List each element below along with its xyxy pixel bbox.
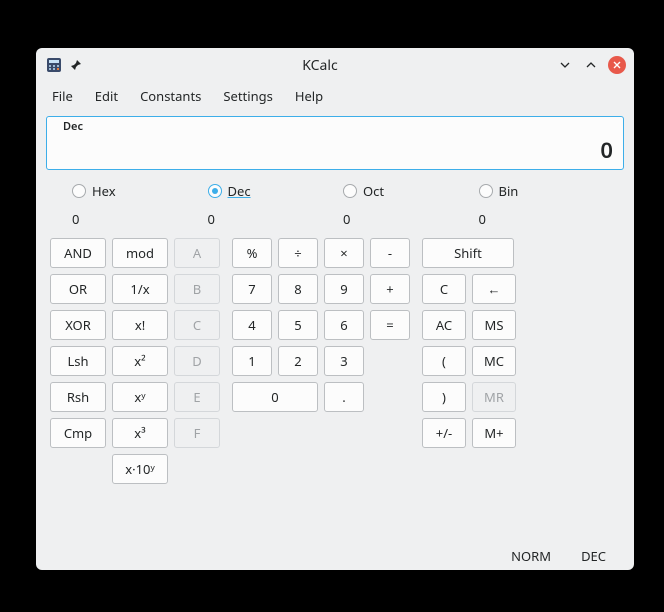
rsh-button[interactable]: Rsh bbox=[50, 382, 106, 412]
shift-button[interactable]: Shift bbox=[422, 238, 514, 268]
close-button[interactable] bbox=[608, 56, 626, 74]
hex-d-button[interactable]: D bbox=[174, 346, 220, 376]
titlebar: KCalc bbox=[36, 48, 634, 82]
menu-settings[interactable]: Settings bbox=[213, 83, 282, 109]
display-mode-label: Dec bbox=[63, 119, 83, 134]
cube-button[interactable]: x³ bbox=[112, 418, 168, 448]
hex-c-button[interactable]: C bbox=[174, 310, 220, 340]
radio-dec[interactable] bbox=[208, 184, 222, 198]
memory-clear-button[interactable]: MC bbox=[472, 346, 516, 376]
logic-column: AND OR XOR Lsh Rsh Cmp bbox=[50, 238, 106, 484]
num-grid: % ÷ × 7 8 9 4 5 6 1 bbox=[232, 238, 364, 484]
radio-bin-label: Bin bbox=[499, 182, 519, 200]
square-button[interactable]: x² bbox=[112, 346, 168, 376]
func-column: mod 1/x x! x² xʸ x³ x·10ʸ bbox=[112, 238, 168, 484]
decimal-button[interactable]: . bbox=[324, 382, 364, 412]
op-column: - + = bbox=[370, 238, 410, 484]
equals-button[interactable]: = bbox=[370, 310, 410, 340]
num-8-button[interactable]: 8 bbox=[278, 274, 318, 304]
base-values-row: 0 0 0 0 bbox=[46, 204, 624, 238]
bin-value: 0 bbox=[479, 210, 615, 228]
display-value: 0 bbox=[600, 135, 613, 165]
plusminus-button[interactable]: +/- bbox=[422, 418, 466, 448]
radio-dec-group[interactable]: Dec bbox=[208, 182, 344, 200]
memory-store-button[interactable]: MS bbox=[472, 310, 516, 340]
window-title: KCalc bbox=[84, 56, 556, 75]
radio-bin-group[interactable]: Bin bbox=[479, 182, 615, 200]
or-button[interactable]: OR bbox=[50, 274, 106, 304]
memory-recall-button[interactable]: MR bbox=[472, 382, 516, 412]
lsh-button[interactable]: Lsh bbox=[50, 346, 106, 376]
hex-f-button[interactable]: F bbox=[174, 418, 220, 448]
hex-b-button[interactable]: B bbox=[174, 274, 220, 304]
status-norm: NORM bbox=[511, 547, 551, 565]
hex-column: A B C D E F bbox=[174, 238, 220, 484]
radio-oct-label: Oct bbox=[363, 182, 384, 200]
radio-oct[interactable] bbox=[343, 184, 357, 198]
base-radios: Hex Dec Oct Bin bbox=[46, 180, 624, 204]
rparen-button[interactable]: ) bbox=[422, 382, 466, 412]
num-4-button[interactable]: 4 bbox=[232, 310, 272, 340]
num-2-button[interactable]: 2 bbox=[278, 346, 318, 376]
clear-button[interactable]: C bbox=[422, 274, 466, 304]
num-0-button[interactable]: 0 bbox=[232, 382, 318, 412]
xor-button[interactable]: XOR bbox=[50, 310, 106, 340]
numeric-block: % ÷ × 7 8 9 4 5 6 1 bbox=[232, 238, 410, 484]
statusbar: NORM DEC bbox=[36, 542, 634, 570]
allclear-button[interactable]: AC bbox=[422, 310, 466, 340]
num-9-button[interactable]: 9 bbox=[324, 274, 364, 304]
dec-value: 0 bbox=[208, 210, 344, 228]
content-area: Dec 0 Hex Dec Oct Bin 0 0 0 bbox=[36, 110, 634, 542]
menu-edit[interactable]: Edit bbox=[85, 83, 128, 109]
power-button[interactable]: xʸ bbox=[112, 382, 168, 412]
kcalc-window: KCalc File Edit Constants Settings Help … bbox=[36, 48, 634, 570]
hex-e-button[interactable]: E bbox=[174, 382, 220, 412]
app-icon bbox=[46, 57, 62, 73]
minimize-button[interactable] bbox=[556, 56, 574, 74]
multiply-button[interactable]: × bbox=[324, 238, 364, 268]
window-controls bbox=[556, 56, 626, 74]
hex-value: 0 bbox=[72, 210, 208, 228]
memory-plus-button[interactable]: M+ bbox=[472, 418, 516, 448]
menubar: File Edit Constants Settings Help bbox=[36, 82, 634, 110]
divide-button[interactable]: ÷ bbox=[278, 238, 318, 268]
factorial-button[interactable]: x! bbox=[112, 310, 168, 340]
menu-constants[interactable]: Constants bbox=[130, 83, 211, 109]
left-block: AND OR XOR Lsh Rsh Cmp mod 1/x x! x² xʸ … bbox=[50, 238, 220, 484]
num-3-button[interactable]: 3 bbox=[324, 346, 364, 376]
sci-button[interactable]: x·10ʸ bbox=[112, 454, 168, 484]
radio-oct-group[interactable]: Oct bbox=[343, 182, 479, 200]
num-5-button[interactable]: 5 bbox=[278, 310, 318, 340]
pin-icon[interactable] bbox=[68, 57, 84, 73]
backspace-button[interactable]: ← bbox=[472, 274, 516, 304]
num-1-button[interactable]: 1 bbox=[232, 346, 272, 376]
radio-bin[interactable] bbox=[479, 184, 493, 198]
num-6-button[interactable]: 6 bbox=[324, 310, 364, 340]
oct-value: 0 bbox=[343, 210, 479, 228]
menu-help[interactable]: Help bbox=[285, 83, 333, 109]
and-button[interactable]: AND bbox=[50, 238, 106, 268]
status-base: DEC bbox=[581, 547, 606, 565]
percent-button[interactable]: % bbox=[232, 238, 272, 268]
add-button[interactable]: + bbox=[370, 274, 410, 304]
cmp-button[interactable]: Cmp bbox=[50, 418, 106, 448]
keypad: AND OR XOR Lsh Rsh Cmp mod 1/x x! x² xʸ … bbox=[46, 238, 624, 484]
radio-dec-label: Dec bbox=[228, 182, 251, 200]
mod-button[interactable]: mod bbox=[112, 238, 168, 268]
lparen-button[interactable]: ( bbox=[422, 346, 466, 376]
right-block: Shift C ← AC MS ( MC ) MR +/- bbox=[422, 238, 516, 484]
radio-hex-label: Hex bbox=[92, 182, 116, 200]
display[interactable]: Dec 0 bbox=[46, 116, 624, 170]
num-7-button[interactable]: 7 bbox=[232, 274, 272, 304]
radio-hex-group[interactable]: Hex bbox=[72, 182, 208, 200]
subtract-button[interactable]: - bbox=[370, 238, 410, 268]
radio-hex[interactable] bbox=[72, 184, 86, 198]
inv-button[interactable]: 1/x bbox=[112, 274, 168, 304]
hex-a-button[interactable]: A bbox=[174, 238, 220, 268]
maximize-button[interactable] bbox=[582, 56, 600, 74]
menu-file[interactable]: File bbox=[42, 83, 83, 109]
